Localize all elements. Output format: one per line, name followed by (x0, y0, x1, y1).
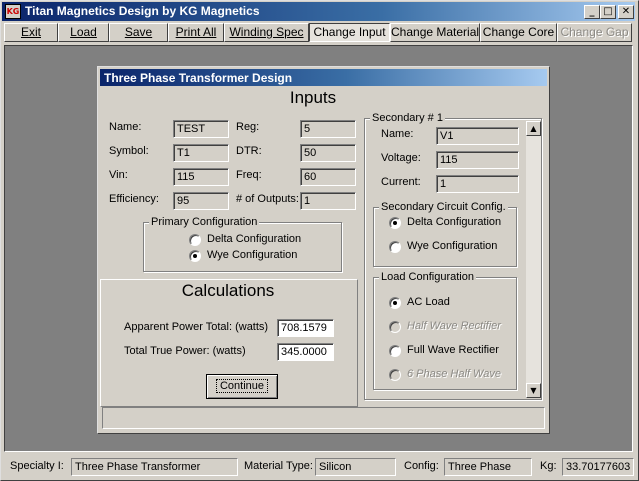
primary-delta-radio[interactable] (189, 234, 201, 246)
continue-button[interactable]: Continue (206, 374, 278, 399)
title-bar[interactable]: KG Titan Magnetics Design by KG Magnetic… (2, 2, 635, 21)
efficiency-field[interactable]: 95 (173, 192, 229, 210)
reg-field[interactable]: 5 (300, 120, 356, 138)
half-wave-label[interactable]: Half Wave Rectifier (407, 320, 501, 332)
change-gap-button[interactable]: Change Gap (557, 23, 632, 42)
secondary-scrollbar[interactable] (526, 121, 541, 398)
vin-field[interactable]: 115 (173, 168, 229, 186)
outputs-field[interactable]: 1 (300, 192, 356, 210)
outputs-label: # of Outputs: (236, 193, 299, 205)
voltage-field[interactable]: 115 (436, 151, 519, 169)
vin-label: Vin: (109, 169, 128, 181)
dialog-status-strip (102, 407, 545, 429)
dtr-label: DTR: (236, 145, 262, 157)
voltage-label: Voltage: (381, 152, 421, 164)
load-label: Load (70, 25, 97, 39)
half-wave-radio[interactable] (389, 321, 401, 333)
symbol-label: Symbol: (109, 145, 149, 157)
save-label: Save (124, 25, 153, 39)
exit-label: Exit (20, 25, 41, 39)
winding-spec-button[interactable]: Winding Spec (224, 23, 309, 42)
apparent-power-label: Apparent Power Total: (watts) (124, 321, 269, 333)
freq-label: Freq: (236, 169, 262, 181)
six-phase-label[interactable]: 6 Phase Half Wave (407, 368, 501, 380)
freq-field[interactable]: 60 (300, 168, 356, 186)
config-field: Three Phase (444, 458, 532, 476)
current-field[interactable]: 1 (436, 175, 519, 193)
maximize-button[interactable]: □ (600, 5, 616, 19)
primary-config-group (143, 222, 342, 272)
minimize-button[interactable]: _ (584, 5, 600, 19)
six-phase-radio[interactable] (389, 369, 401, 381)
efficiency-label: Efficiency: (109, 193, 159, 205)
secondary-circuit-title: Secondary Circuit Config. (379, 201, 508, 213)
ac-load-label[interactable]: AC Load (407, 296, 450, 308)
secondary-title: Secondary # 1 (370, 112, 445, 124)
dtr-field[interactable]: 50 (300, 144, 356, 162)
exit-button[interactable]: Exit (4, 23, 58, 42)
name-label: Name: (109, 121, 142, 133)
secondary-name-label: Name: (381, 128, 414, 140)
calculations-heading: Calculations (181, 281, 275, 300)
continue-label: Continue (215, 379, 269, 393)
config-label: Config: (404, 460, 439, 472)
name-field[interactable]: TEST (173, 120, 229, 138)
print-all-label: Print All (175, 25, 217, 39)
symbol-field[interactable]: T1 (173, 144, 229, 162)
specialty-field: Three Phase Transformer (71, 458, 238, 476)
true-power-label: Total True Power: (watts) (124, 345, 246, 357)
close-button[interactable]: ✕ (618, 5, 634, 19)
apparent-power-field: 708.1579 (277, 319, 334, 337)
full-wave-label[interactable]: Full Wave Rectifier (407, 344, 499, 356)
current-label: Current: (381, 176, 421, 188)
app-logo-icon: KG (5, 4, 21, 19)
primary-config-title: Primary Configuration (149, 216, 260, 228)
print-all-button[interactable]: Print All (168, 23, 224, 42)
secondary-delta-radio[interactable] (389, 217, 401, 229)
dialog-title-bar[interactable]: Three Phase Transformer Design (100, 69, 547, 86)
secondary-name-field[interactable]: V1 (436, 127, 519, 145)
reg-label: Reg: (236, 121, 260, 133)
save-button[interactable]: Save (109, 23, 168, 42)
transformer-design-dialog: Three Phase Transformer Design Inputs Na… (97, 66, 550, 434)
primary-delta-label[interactable]: Delta Configuration (207, 233, 301, 245)
scroll-down-icon[interactable]: ▼ (526, 383, 541, 398)
full-wave-radio[interactable] (389, 345, 401, 357)
change-core-button[interactable]: Change Core (480, 23, 557, 42)
material-type-field: Silicon (315, 458, 396, 476)
primary-wye-label[interactable]: Wye Configuration (207, 249, 297, 261)
inputs-heading: Inputs (289, 88, 337, 107)
dialog-title: Three Phase Transformer Design (104, 71, 293, 85)
winding-spec-label: Winding Spec (229, 25, 304, 39)
scroll-up-icon[interactable]: ▲ (526, 121, 541, 136)
primary-wye-radio[interactable] (189, 250, 201, 262)
secondary-wye-radio[interactable] (389, 241, 401, 253)
window-title: Titan Magnetics Design by KG Magnetics (25, 4, 260, 18)
kg-field: 33.70177603 (562, 458, 634, 476)
secondary-wye-label[interactable]: Wye Configuration (407, 240, 497, 252)
ac-load-radio[interactable] (389, 297, 401, 309)
specialty-label: Specialty I: (10, 460, 64, 472)
true-power-field: 345.0000 (277, 343, 334, 361)
change-input-button[interactable]: Change Input (309, 23, 390, 42)
secondary-delta-label[interactable]: Delta Configuration (407, 216, 501, 228)
load-button[interactable]: Load (58, 23, 109, 42)
load-config-title: Load Configuration (379, 271, 476, 283)
material-type-label: Material Type: (244, 460, 313, 472)
kg-label: Kg: (540, 460, 557, 472)
change-material-button[interactable]: Change Material (390, 23, 480, 42)
